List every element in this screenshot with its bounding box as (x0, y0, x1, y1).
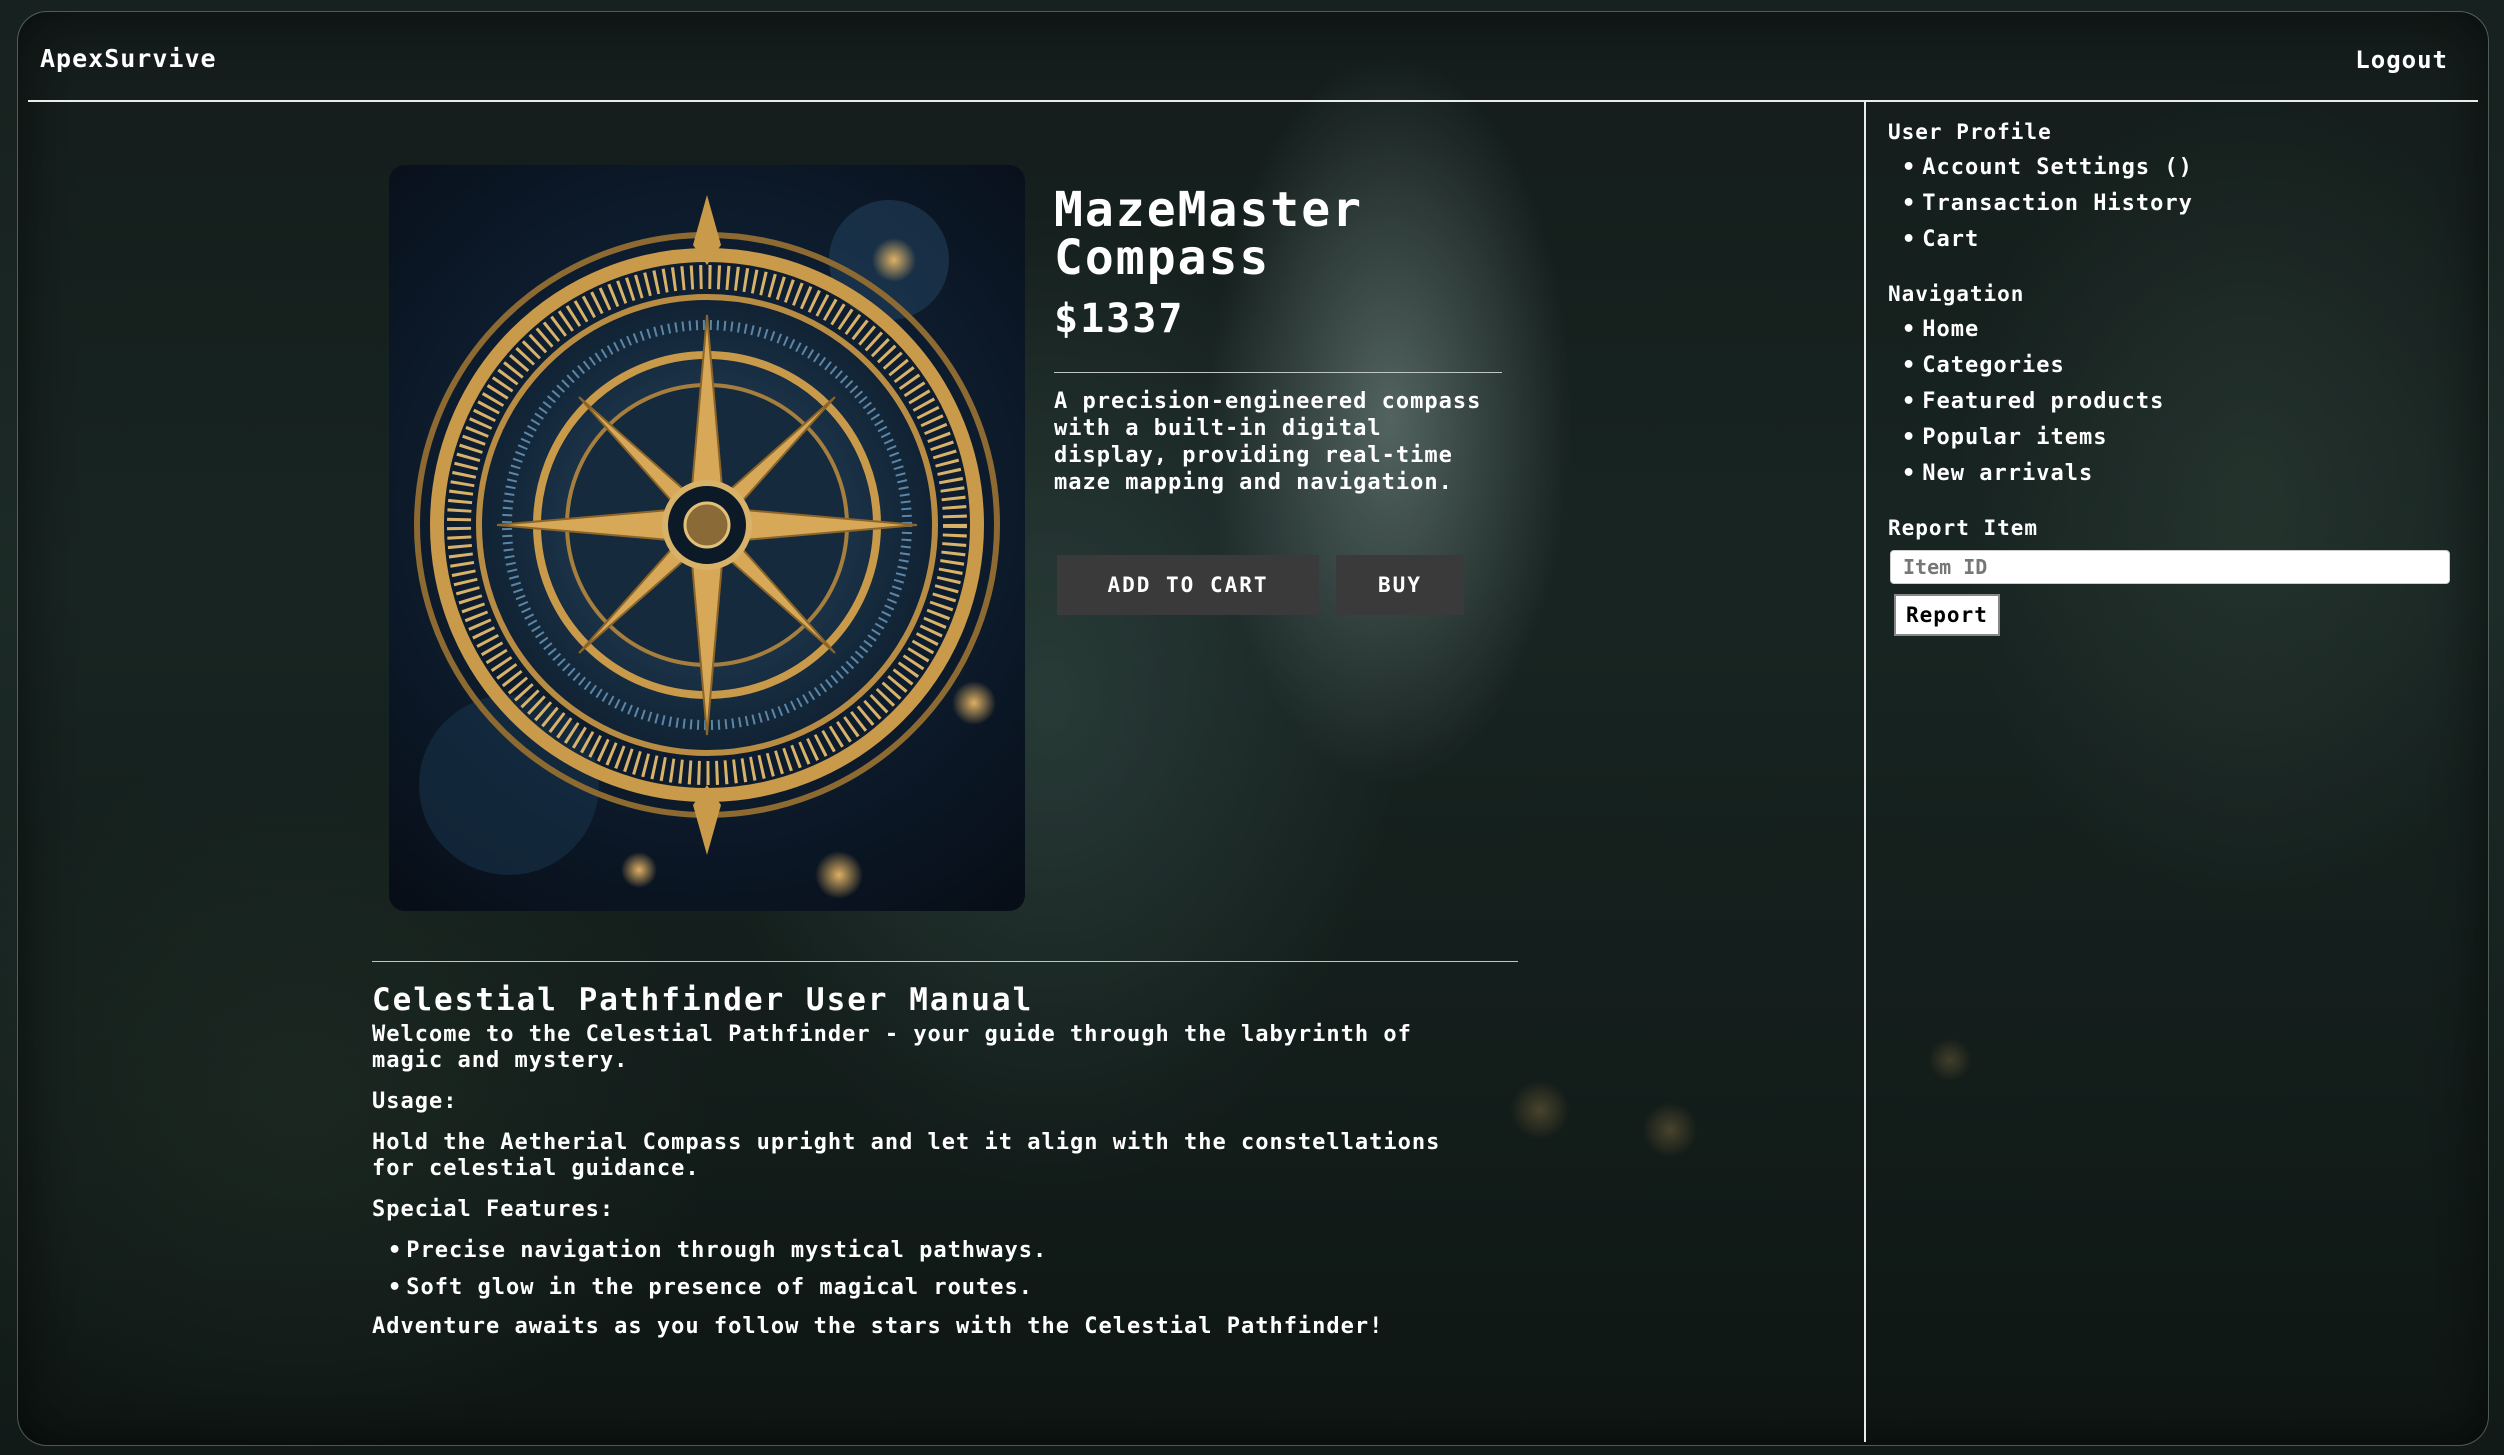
sidebar-item-account-settings[interactable]: Account Settings () (1902, 150, 2458, 186)
manual-title: Celestial Pathfinder User Manual (372, 982, 1034, 1018)
sidebar-item-popular-items[interactable]: Popular items (1902, 420, 2458, 456)
item-id-input[interactable] (1890, 550, 2450, 584)
user-manual: Celestial Pathfinder User Manual Welcome… (372, 982, 1472, 1355)
compass-icon (414, 195, 1000, 899)
manual-divider (372, 961, 1518, 962)
features-list: Precise navigation through mystical path… (372, 1238, 1472, 1301)
price-divider (1054, 372, 1502, 373)
navigation-menu: Home Categories Featured products Popula… (1888, 312, 2458, 492)
add-to-cart-button[interactable]: ADD TO CART (1057, 555, 1319, 615)
product-description: A precision-engineered compass with a bu… (1054, 389, 1482, 495)
report-heading: Report Item (1888, 516, 2039, 540)
logout-link[interactable]: Logout (2355, 46, 2448, 74)
features-heading: Special Features: (372, 1197, 615, 1222)
manual-closing: Adventure awaits as you follow the stars… (372, 1314, 1384, 1339)
list-item: Soft glow in the presence of magical rou… (388, 1275, 1472, 1301)
profile-heading: User Profile (1888, 120, 2052, 144)
buy-button[interactable]: BUY (1336, 555, 1464, 615)
navigation-heading: Navigation (1888, 282, 2025, 306)
product-title: MazeMaster Compass (1054, 182, 1363, 286)
sidebar-item-home[interactable]: Home (1902, 312, 2458, 348)
brand-logo[interactable]: ApexSurvive (40, 44, 217, 73)
product-price: $1337 (1054, 296, 1185, 342)
manual-intro: Welcome to the Celestial Pathfinder - yo… (372, 1022, 1412, 1073)
sidebar-item-transaction-history[interactable]: Transaction History (1902, 186, 2458, 222)
product-image (389, 165, 1025, 911)
sidebar: User Profile Account Settings () Transac… (1888, 120, 2458, 636)
sidebar-divider (1864, 102, 1866, 1442)
profile-menu: Account Settings () Transaction History … (1888, 150, 2458, 258)
sidebar-item-cart[interactable]: Cart (1902, 222, 2458, 258)
usage-heading: Usage: (372, 1089, 458, 1114)
header-divider (28, 100, 2478, 102)
sidebar-item-categories[interactable]: Categories (1902, 348, 2458, 384)
report-button[interactable]: Report (1894, 594, 2000, 636)
usage-text: Hold the Aetherial Compass upright and l… (372, 1130, 1441, 1181)
sidebar-item-new-arrivals[interactable]: New arrivals (1902, 456, 2458, 492)
sidebar-item-featured-products[interactable]: Featured products (1902, 384, 2458, 420)
list-item: Precise navigation through mystical path… (388, 1238, 1472, 1264)
